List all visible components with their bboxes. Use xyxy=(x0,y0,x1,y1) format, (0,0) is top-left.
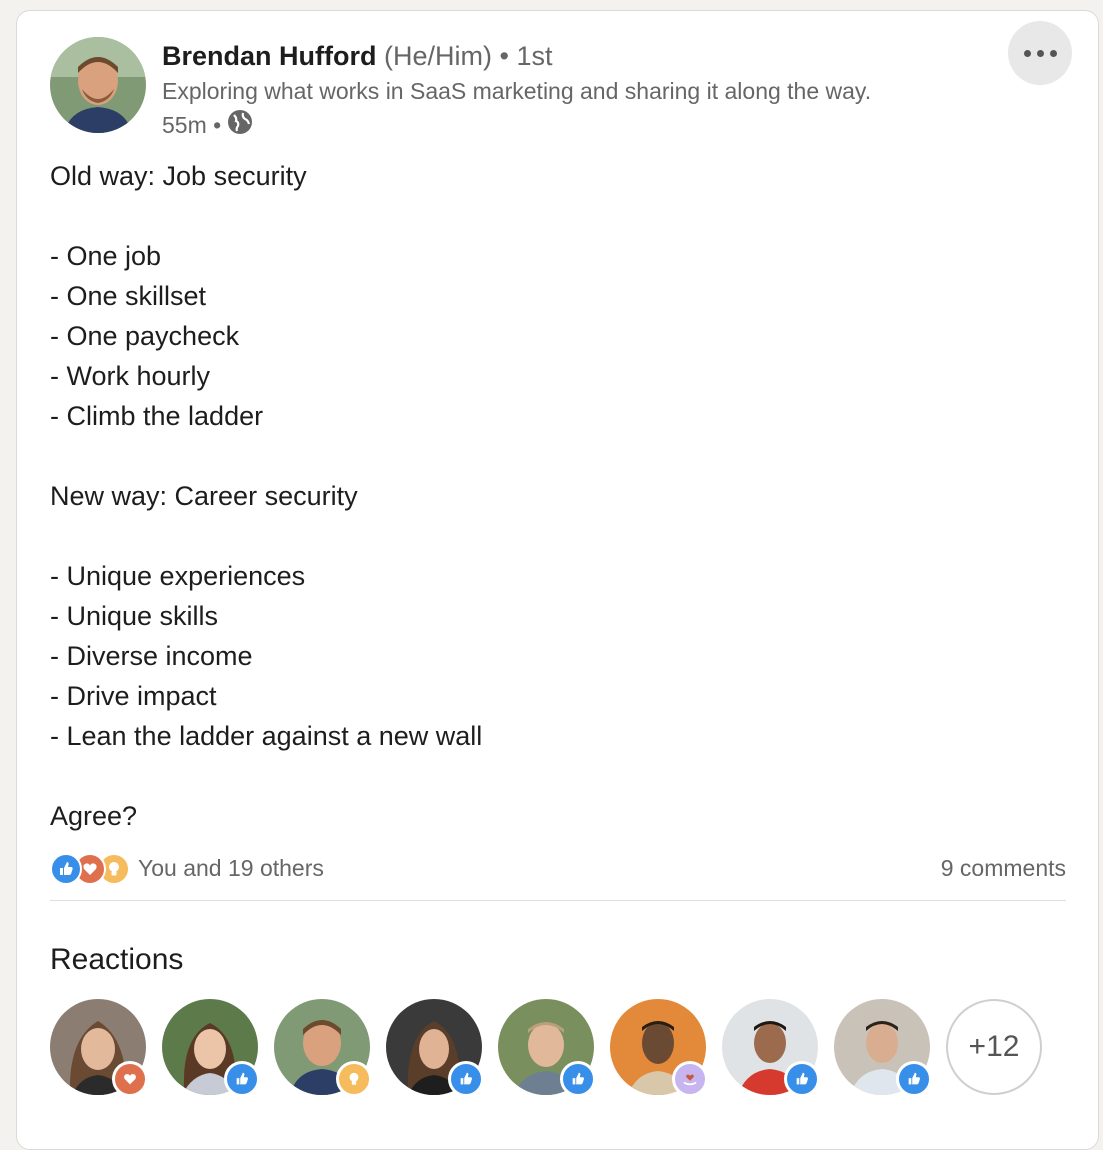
author-name-row[interactable]: Brendan Hufford (He/Him) • 1st xyxy=(162,41,553,72)
reactor-list: +12 xyxy=(50,999,1090,1099)
more-reactors-button[interactable]: +12 xyxy=(946,999,1042,1095)
post-line: - Unique skills xyxy=(50,601,219,631)
post-body: Old way: Job security - One job - One sk… xyxy=(50,156,1050,836)
dot-icon xyxy=(1049,49,1057,57)
like-icon xyxy=(224,1061,260,1097)
like-icon xyxy=(50,853,82,885)
like-icon xyxy=(896,1061,932,1097)
comments-count[interactable]: 9 comments xyxy=(941,855,1066,882)
reactor-avatar[interactable] xyxy=(50,999,148,1097)
post-line: Old way: Job security xyxy=(50,161,307,191)
like-icon xyxy=(448,1061,484,1097)
connection-degree: • 1st xyxy=(499,41,553,71)
post-line: Agree? xyxy=(50,801,138,831)
reactor-avatar[interactable] xyxy=(722,999,820,1097)
post-line: - Lean the ladder against a new wall xyxy=(50,721,483,751)
dot-icon xyxy=(1036,49,1044,57)
post-line: - Drive impact xyxy=(50,681,217,711)
reactor-avatar[interactable] xyxy=(834,999,932,1097)
author-name[interactable]: Brendan Hufford xyxy=(162,41,376,71)
post-line: - Unique experiences xyxy=(50,561,306,591)
post-line: - Work hourly xyxy=(50,361,211,391)
post-line: - Climb the ladder xyxy=(50,401,264,431)
post-line xyxy=(50,516,1050,556)
post-card: Brendan Hufford (He/Him) • 1st Exploring… xyxy=(16,10,1099,1150)
reactor-avatar[interactable] xyxy=(162,999,260,1097)
like-icon xyxy=(560,1061,596,1097)
reactor-avatar[interactable] xyxy=(610,999,708,1097)
love-icon xyxy=(112,1061,148,1097)
author-headline: Exploring what works in SaaS marketing a… xyxy=(162,78,872,104)
like-icon xyxy=(784,1061,820,1097)
divider xyxy=(50,900,1066,901)
dot-icon xyxy=(1023,49,1031,57)
reactions-heading: Reactions xyxy=(50,943,184,976)
reactor-avatar[interactable] xyxy=(274,999,372,1097)
post-time: 55m • xyxy=(162,111,222,138)
more-options-button[interactable] xyxy=(1008,21,1072,85)
post-line xyxy=(50,756,1050,796)
reactions-count[interactable]: You and 19 others xyxy=(138,855,324,882)
social-counts: You and 19 others 9 comments xyxy=(50,851,1066,887)
post-line: - One skillset xyxy=(50,281,207,311)
post-line xyxy=(50,196,1050,236)
post-line: - One job xyxy=(50,241,162,271)
reaction-icons[interactable] xyxy=(50,853,130,885)
insightful-icon xyxy=(336,1061,372,1097)
reactor-avatar[interactable] xyxy=(386,999,484,1097)
author-pronouns: (He/Him) xyxy=(384,41,492,71)
post-line xyxy=(50,436,1050,476)
support-icon xyxy=(672,1061,708,1097)
author-avatar[interactable] xyxy=(50,37,146,133)
globe-icon xyxy=(227,109,253,141)
post-line: - One paycheck xyxy=(50,321,240,351)
reactor-avatar[interactable] xyxy=(498,999,596,1097)
post-line: New way: Career security xyxy=(50,481,358,511)
post-timestamp-row: 55m • xyxy=(162,109,253,141)
post-line: - Diverse income xyxy=(50,641,253,671)
